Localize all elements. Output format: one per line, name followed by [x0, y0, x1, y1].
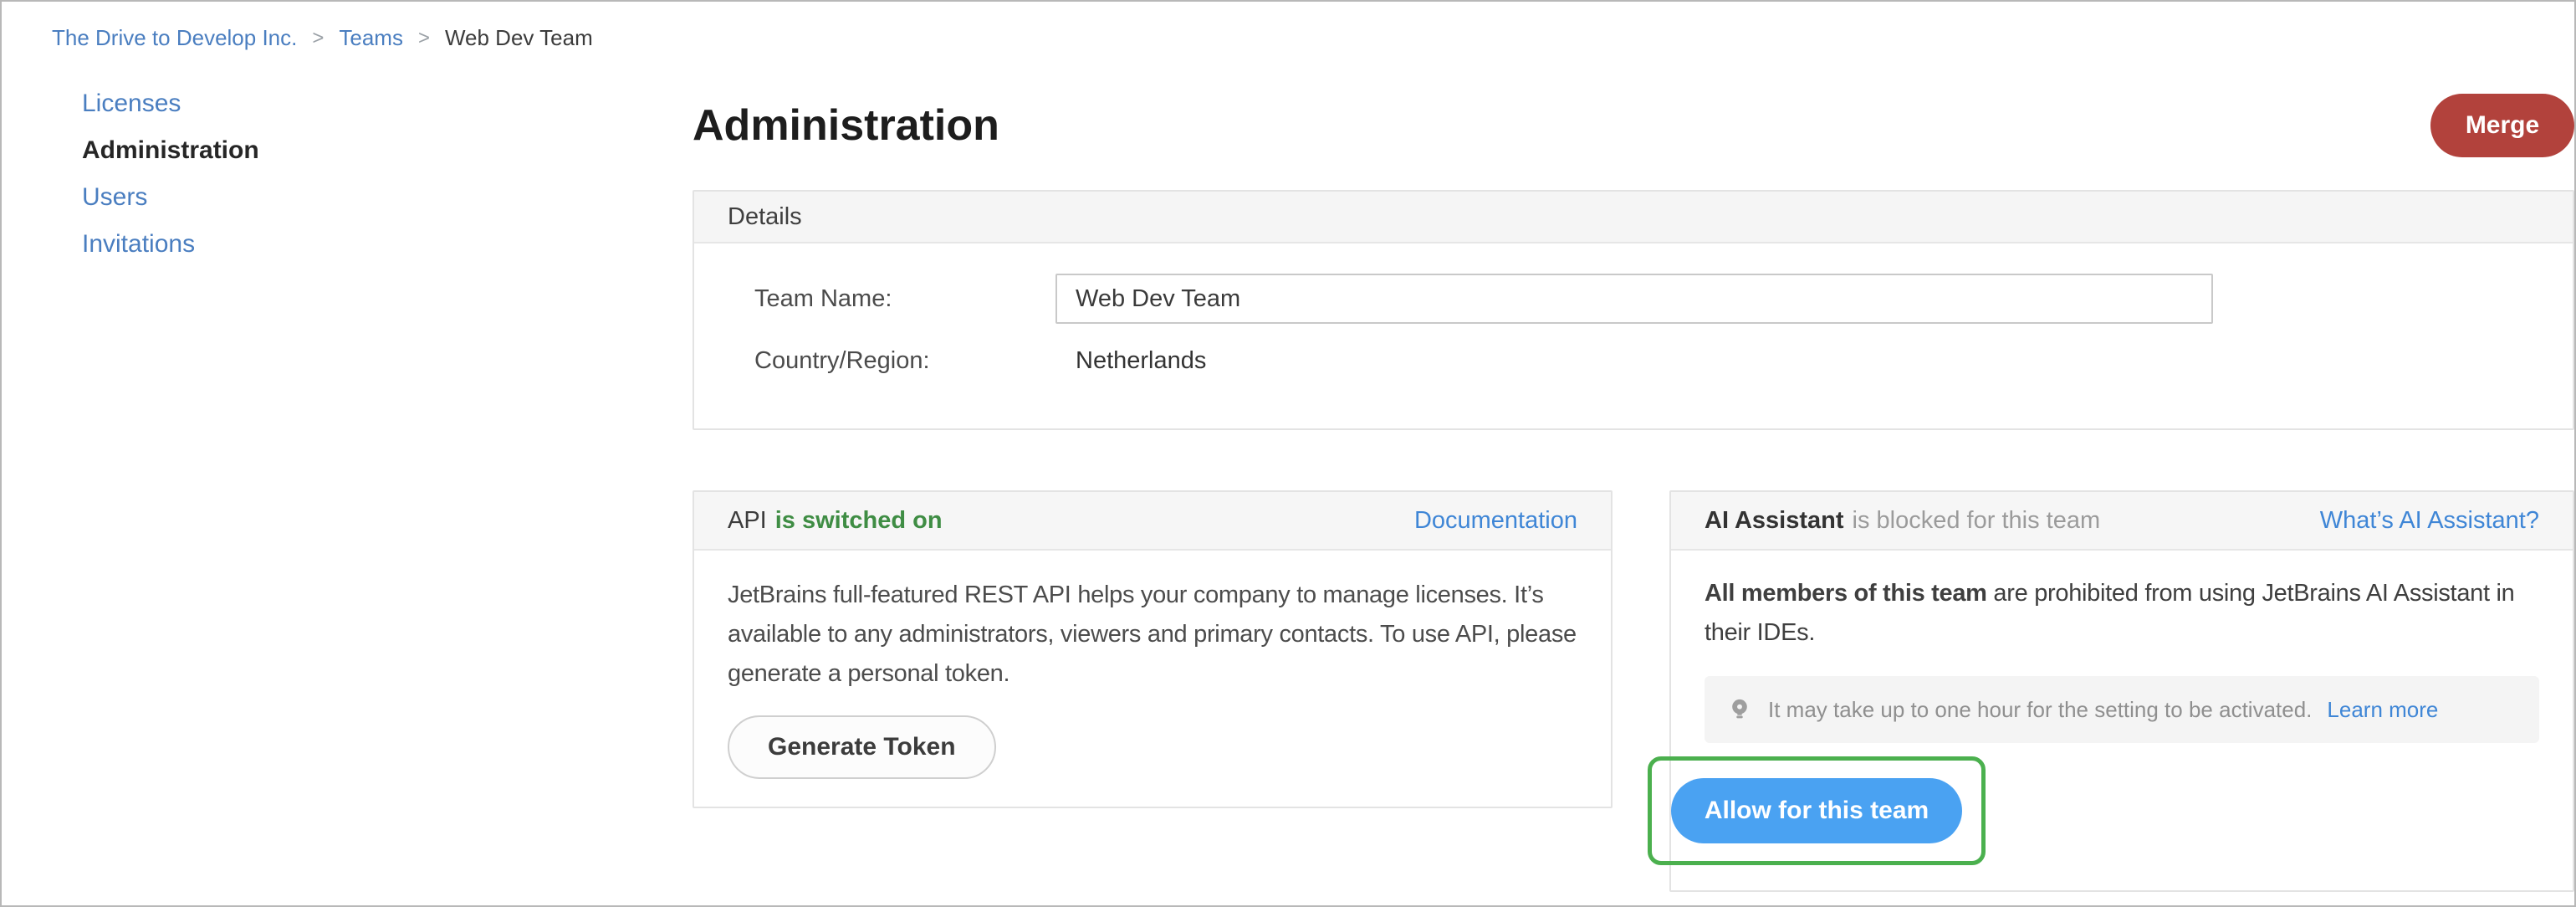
- team-name-input[interactable]: [1055, 274, 2213, 324]
- content-area: Licenses Administration Users Invitation…: [2, 91, 2574, 892]
- ai-description: All members of this team are prohibited …: [1671, 551, 2573, 653]
- breadcrumb-teams-link[interactable]: Teams: [339, 25, 403, 51]
- title-row: Administration Merge: [693, 91, 2574, 160]
- country-label: Country/Region:: [754, 347, 930, 374]
- api-card-title: API is switched on: [728, 507, 943, 535]
- ai-description-bold: All members of this team: [1705, 580, 1987, 607]
- sidebar-item-users[interactable]: Users: [82, 185, 693, 210]
- activation-note: It may take up to one hour for the setti…: [1705, 676, 2539, 743]
- generate-token-button[interactable]: Generate Token: [728, 715, 996, 779]
- highlight-annotation-box: Allow for this team: [1648, 756, 1986, 865]
- sidebar-item-administration[interactable]: Administration: [82, 138, 693, 163]
- api-card-header: API is switched on Documentation: [694, 492, 1611, 551]
- team-name-label: Team Name:: [754, 284, 892, 312]
- main-panel: Administration Merge Details Team Name: …: [693, 91, 2574, 892]
- chevron-right-icon: >: [312, 26, 325, 49]
- details-panel-body: Team Name: Country/Region: Netherlands: [694, 243, 2573, 428]
- breadcrumb-current-team: Web Dev Team: [444, 25, 593, 50]
- api-label: API: [728, 506, 767, 534]
- sidebar-item-invitations[interactable]: Invitations: [82, 232, 693, 257]
- breadcrumb-company-link[interactable]: The Drive to Develop Inc.: [52, 25, 297, 51]
- allow-for-this-team-button[interactable]: Allow for this team: [1671, 778, 1962, 843]
- admin-page: The Drive to Develop Inc. > Teams > Web …: [0, 0, 2576, 907]
- details-panel-title: Details: [694, 192, 2573, 243]
- ai-assistant-card: AI Assistant is blocked for this team Wha…: [1648, 490, 2574, 892]
- chevron-right-icon: >: [417, 26, 430, 49]
- api-description: JetBrains full-featured REST API helps y…: [728, 582, 1577, 687]
- sidebar: Licenses Administration Users Invitation…: [2, 91, 693, 892]
- team-name-row: Team Name:: [754, 274, 2539, 324]
- ai-card-header: AI Assistant is blocked for this team Wha…: [1671, 492, 2573, 551]
- merge-button[interactable]: Merge: [2430, 94, 2574, 157]
- details-panel: Details Team Name: Country/Region: Nethe…: [693, 190, 2574, 430]
- activation-note-text: It may take up to one hour for the setti…: [1768, 696, 2313, 722]
- country-value: Netherlands: [1076, 347, 1207, 374]
- learn-more-link[interactable]: Learn more: [2327, 697, 2438, 723]
- sidebar-item-licenses[interactable]: Licenses: [82, 91, 693, 116]
- whats-ai-assistant-link[interactable]: What’s AI Assistant?: [2320, 507, 2539, 535]
- ai-card-title: AI Assistant is blocked for this team: [1705, 507, 2100, 535]
- documentation-link[interactable]: Documentation: [1414, 507, 1577, 535]
- api-status-text: is switched on: [774, 506, 943, 534]
- lightbulb-icon: [1732, 699, 1747, 719]
- api-card: API is switched on Documentation JetBrain…: [693, 490, 1613, 808]
- country-row: Country/Region: Netherlands: [754, 347, 2539, 375]
- page-title: Administration: [693, 101, 999, 150]
- ai-assistant-label: AI Assistant: [1705, 506, 1844, 534]
- breadcrumb: The Drive to Develop Inc. > Teams > Web …: [2, 2, 2574, 51]
- ai-status-text: is blocked for this team: [1852, 506, 2101, 534]
- cards-row: API is switched on Documentation JetBrain…: [693, 490, 2574, 892]
